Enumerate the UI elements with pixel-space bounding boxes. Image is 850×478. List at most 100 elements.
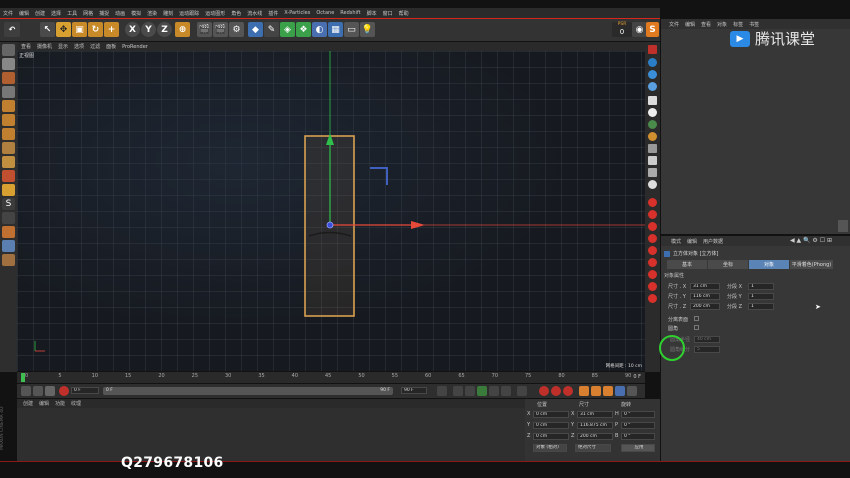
checker-icon[interactable] <box>648 156 657 165</box>
timeline-ruler[interactable]: 0 F 0 5 10 15 20 25 30 35 40 45 50 55 60 65 70 75 80 85 90 <box>17 372 645 383</box>
key-pos-button[interactable] <box>579 386 589 396</box>
object-scrollbar[interactable] <box>838 220 848 232</box>
octane-icon-5[interactable] <box>648 246 657 255</box>
rotate-tool-button[interactable]: ↻ <box>88 22 103 37</box>
octane-icon-6[interactable] <box>648 258 657 267</box>
script-s-icon[interactable]: S <box>646 22 659 37</box>
layout-icon[interactable]: ◉ <box>632 22 647 37</box>
menu-item-10[interactable]: 雕刻 <box>163 10 173 17</box>
fillet-subdiv-field[interactable]: 5 <box>694 346 720 353</box>
prev-frame-button[interactable] <box>465 386 475 396</box>
viewport-menu-item-4[interactable]: 过滤 <box>90 43 100 50</box>
deformer-button[interactable]: ◐ <box>312 22 327 37</box>
keyframe-icon-2[interactable] <box>33 386 43 396</box>
octane-icon-7[interactable] <box>648 270 657 279</box>
soft-selection-button[interactable] <box>2 170 15 182</box>
plane-icon[interactable] <box>648 96 657 105</box>
object-menu-item-1[interactable]: 编辑 <box>685 21 695 28</box>
axis-z-button[interactable]: Z <box>157 22 172 37</box>
menu-item-1[interactable]: 编辑 <box>19 10 29 17</box>
tab-basic[interactable]: 基本 <box>667 260 707 269</box>
array-button[interactable]: ❖ <box>296 22 311 37</box>
menu-item-5[interactable]: 网格 <box>83 10 93 17</box>
light-button[interactable]: 💡 <box>360 22 375 37</box>
play-button[interactable] <box>477 386 487 396</box>
coordinate-system-button[interactable]: ⊕ <box>175 22 190 37</box>
coord-mode-select[interactable]: 对象 (相对) <box>533 444 567 452</box>
tab-object[interactable]: 对象 <box>749 260 789 269</box>
start-frame-field[interactable]: 0 F <box>71 387 99 394</box>
menu-item-7[interactable]: 动画 <box>115 10 125 17</box>
lock-workplane-button[interactable] <box>2 212 15 224</box>
menu-item-9[interactable]: 渲染 <box>147 10 157 17</box>
octane-icon-9[interactable] <box>648 294 657 303</box>
viewport-menu-item-2[interactable]: 显示 <box>58 43 68 50</box>
render-picture-viewer-button[interactable]: 🎬 <box>213 22 228 37</box>
attribute-menu-item-1[interactable]: 编辑 <box>687 238 697 245</box>
make-editable-button[interactable] <box>2 44 15 56</box>
cube-object-button[interactable]: ◆ <box>248 22 263 37</box>
menu-item-17[interactable]: Octane <box>316 10 334 16</box>
octane-icon-1[interactable] <box>648 198 657 207</box>
workplane-button[interactable] <box>2 86 15 98</box>
edges-mode-button[interactable] <box>2 114 15 126</box>
size-z-field[interactable]: 200 cm <box>690 303 720 310</box>
subdivision-button[interactable]: ◈ <box>280 22 295 37</box>
record-key-button[interactable] <box>539 386 549 396</box>
rot-h-field[interactable]: 0 ° <box>621 411 655 418</box>
gear-icon[interactable] <box>648 180 657 189</box>
checker-2-icon[interactable] <box>648 168 657 177</box>
psr-widget[interactable]: PSR 0 <box>612 22 632 37</box>
menu-item-6[interactable]: 捕捉 <box>99 10 109 17</box>
menu-item-11[interactable]: 运动跟踪 <box>179 10 199 17</box>
material-icon[interactable] <box>648 58 657 67</box>
menu-item-21[interactable]: 帮助 <box>399 10 409 17</box>
solo-button[interactable]: S <box>2 198 15 210</box>
texture-mode-button[interactable] <box>2 72 15 84</box>
size-mode-select[interactable]: 绝对尺寸 <box>575 444 611 452</box>
pos-x-field[interactable]: 0 cm <box>533 411 569 418</box>
menu-item-15[interactable]: 插件 <box>268 10 278 17</box>
undo-button[interactable]: ↶ <box>4 22 20 37</box>
viewport-menu-item-1[interactable]: 摄像机 <box>37 43 52 50</box>
menu-item-8[interactable]: 模拟 <box>131 10 141 17</box>
size-y-field[interactable]: 116 cm <box>690 293 720 300</box>
camera-button[interactable]: ▭ <box>344 22 359 37</box>
key-scale-button[interactable] <box>591 386 601 396</box>
layer-icon[interactable] <box>648 144 657 153</box>
octane-icon-3[interactable] <box>648 222 657 231</box>
menu-item-4[interactable]: 工具 <box>67 10 77 17</box>
scale-tool-button[interactable]: ▣ <box>72 22 87 37</box>
material-menu-item-2[interactable]: 功能 <box>55 400 65 407</box>
axis-y-button[interactable]: Y <box>141 22 156 37</box>
menu-item-2[interactable]: 创建 <box>35 10 45 17</box>
pen-spline-button[interactable]: ✎ <box>264 22 279 37</box>
render-view-button[interactable]: 🎬 <box>197 22 212 37</box>
separate-surfaces-checkbox[interactable] <box>694 316 699 321</box>
menu-item-19[interactable]: 脚本 <box>367 10 377 17</box>
end-frame-field[interactable]: 90 F <box>401 387 427 394</box>
nav-arrows[interactable]: ◀ ▲ 🔍 ⚙ ☐ ⊞ <box>790 237 832 244</box>
tag-icon[interactable] <box>648 132 657 141</box>
fillet-checkbox[interactable] <box>694 325 699 330</box>
polygons-mode-button[interactable] <box>2 128 15 140</box>
octane-icon-8[interactable] <box>648 282 657 291</box>
prev-key-button[interactable] <box>453 386 463 396</box>
keyframe-icon-1[interactable] <box>21 386 31 396</box>
menu-item-14[interactable]: 流水线 <box>247 10 262 17</box>
axis-x-button[interactable]: X <box>125 22 140 37</box>
attribute-menu-item-2[interactable]: 用户数据 <box>703 238 723 245</box>
autokey-button[interactable] <box>551 386 561 396</box>
apply-button[interactable]: 应用 <box>621 444 655 452</box>
globe-icon[interactable] <box>648 120 657 129</box>
texture-tag-button[interactable] <box>2 254 15 266</box>
render-settings-button[interactable]: ⚙ <box>229 22 244 37</box>
rot-p-field[interactable]: 0 ° <box>621 422 655 429</box>
fillet-radius-field[interactable]: 40 cm <box>694 336 720 343</box>
attribute-menu-item-0[interactable]: 模式 <box>671 238 681 245</box>
object-menu-item-0[interactable]: 文件 <box>669 21 679 28</box>
enable-snap-button[interactable] <box>2 184 15 196</box>
pos-z-field[interactable]: 0 cm <box>533 433 569 440</box>
seg-z-field[interactable]: 1 <box>748 303 774 310</box>
octane-icon-4[interactable] <box>648 234 657 243</box>
